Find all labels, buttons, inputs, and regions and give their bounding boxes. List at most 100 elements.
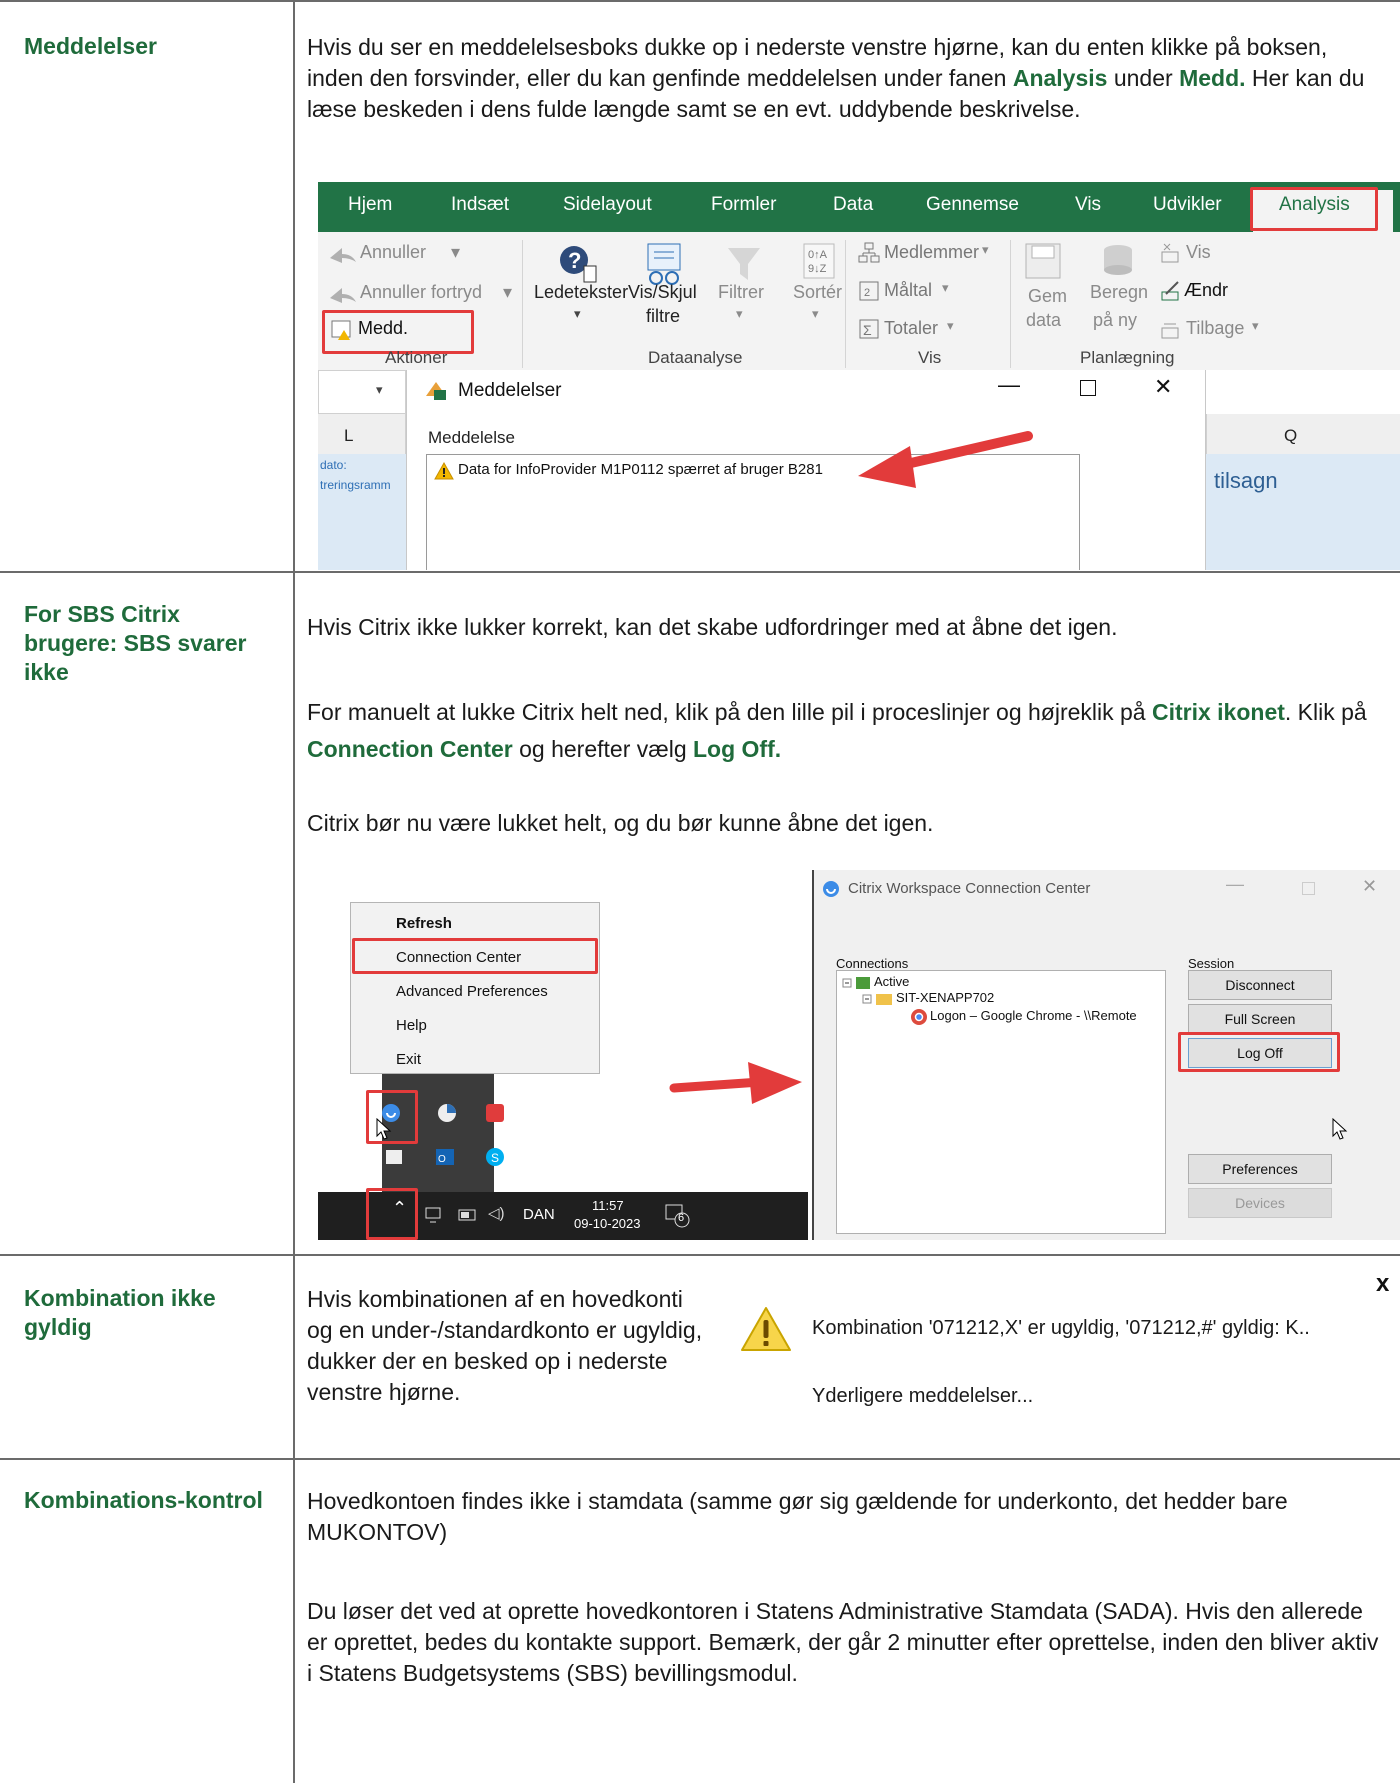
reset-icon [1161,323,1179,339]
edit-icon [1161,281,1179,301]
dialog-column-header: Meddelelse [428,428,515,447]
maltal-button[interactable]: Måltal [884,280,932,301]
formula-bar-fragment [1206,370,1400,414]
table-top-border [0,0,1400,2]
tab-gennemse[interactable]: Gennemse [926,194,1019,216]
svg-text:9↓Z: 9↓Z [808,263,827,275]
highlight-citrix-icon [366,1090,418,1144]
minimize-icon[interactable]: — [1226,874,1244,895]
network-drive-icon [386,1150,402,1164]
tab-data[interactable]: Data [833,194,873,216]
plan-vis-button[interactable]: Vis [1186,242,1211,263]
svg-text:?: ? [568,248,581,273]
cell-text-ramme: treringsramm [320,478,391,492]
network-icon [425,1207,441,1223]
name-box[interactable] [318,370,406,414]
tab-udvikler[interactable]: Udvikler [1153,194,1222,216]
measures-icon: 2 [859,281,879,301]
red-app-icon [486,1104,504,1122]
ledetekster-button[interactable]: Ledetekster [534,282,628,303]
row-label-kombinationskontrol: Kombinations-kontrol [24,1487,263,1513]
warning-icon [741,1307,791,1351]
chevron-down-icon: ▾ [812,306,819,321]
tab-vis[interactable]: Vis [1075,194,1101,216]
chevron-down-icon: ▾ [942,280,949,295]
sorter-button[interactable]: Sortér [793,282,842,303]
app-icon [438,1104,456,1122]
cell-text-tilsagn: tilsagn [1214,468,1278,493]
close-icon[interactable]: ✕ [1154,374,1172,400]
menu-item-exit[interactable]: Exit [396,1051,421,1068]
tab-sidelayout[interactable]: Sidelayout [563,194,652,216]
row-divider [0,1254,1400,1256]
annuller-button[interactable]: Annuller [360,242,426,263]
excel-ribbon-screenshot: Hjem Indsæt Sidelayout Formler Data Genn… [318,182,1400,570]
tab-hjem[interactable]: Hjem [348,194,392,216]
tilbage-button[interactable]: Tilbage [1186,318,1244,339]
citrix-screenshot: O S ⌃ ◁) DAN 11:57 09-10-2023 6 Refresh … [318,870,1400,1240]
battery-icon [458,1209,476,1221]
window-title: Citrix Workspace Connection Center [848,880,1091,897]
aendr-button[interactable]: Ændr [1184,280,1228,301]
highlight-log-off [1178,1032,1340,1072]
group-separator [1010,240,1011,368]
save-data-icon [1025,243,1061,279]
popup-more-link[interactable]: Yderligere meddelelser... [812,1385,1033,1408]
sort-icon: 0↑A9↓Z [803,243,835,279]
totals-icon: Σ [859,319,879,339]
vis-skjul-button[interactable]: Vis/Skjul [628,282,697,303]
volume-icon[interactable]: ◁) [488,1204,505,1222]
totaler-button[interactable]: Totaler [884,318,938,339]
prompt-help-icon: ? [560,246,597,283]
svg-text:2: 2 [864,287,870,299]
popup-message[interactable]: Kombination '071212,X' er ugyldig, '0712… [812,1317,1310,1340]
row-label-kombination: Kombination ikke gyldig [24,1285,216,1340]
svg-text:S: S [491,1151,499,1165]
message-row[interactable]: Data for InfoProvider M1P0112 spærret af… [458,461,823,478]
group-separator [845,240,846,368]
minimize-icon[interactable]: — [998,372,1020,398]
highlight-tray-chevron [366,1188,418,1240]
close-icon[interactable]: ✕ [1362,876,1377,897]
chevron-down-icon: ▾ [982,242,989,257]
full-screen-button[interactable]: Full Screen [1188,1004,1332,1034]
mouse-pointer-icon [376,1118,392,1140]
notification-icon[interactable] [664,1202,690,1228]
toggle-filters-icon [647,243,681,285]
maximize-icon[interactable] [1080,380,1096,396]
medlemmer-button[interactable]: Medlemmer [884,242,979,263]
clock-time[interactable]: 11:57 [592,1198,624,1213]
maximize-icon[interactable] [1302,882,1315,895]
menu-item-refresh[interactable]: Refresh [396,915,452,932]
language-indicator[interactable]: DAN [523,1206,555,1223]
chevron-down-icon: ▾ [947,318,954,333]
redo-icon [330,288,356,303]
menu-item-advanced-preferences[interactable]: Advanced Preferences [396,983,548,1000]
annuller-fortryd-button[interactable]: Annuller fortryd [360,282,482,303]
tab-formler[interactable]: Formler [711,194,776,216]
gem-button[interactable]: Gem [1028,286,1067,307]
notification-count: 6 [678,1212,685,1224]
menu-item-help[interactable]: Help [396,1017,427,1034]
chevron-down-icon: ▾ [1252,318,1259,333]
gem-data-label: data [1026,310,1062,330]
tree-item-session[interactable]: Logon – Google Chrome - \\Remote [930,1008,1137,1023]
tree-item-active[interactable]: Active [874,974,909,989]
tree-item-server[interactable]: SIT-XENAPP702 [896,990,994,1005]
connections-label: Connections [836,956,909,971]
filtrer-button[interactable]: Filtrer [718,282,764,303]
beregn-button[interactable]: Beregn [1090,282,1148,303]
beregn-pany-label: på ny [1093,310,1138,330]
mouse-pointer-icon [1332,1118,1348,1140]
view-icon [1161,243,1179,263]
members-icon [858,242,880,263]
tab-indsaet[interactable]: Indsæt [451,194,509,216]
highlight-analysis [1250,187,1378,231]
row-divider [0,1458,1400,1460]
popup-close-icon[interactable]: x [1376,1270,1389,1298]
group-planlaegning: Planlægning [1080,348,1175,367]
disconnect-button[interactable]: Disconnect [1188,970,1332,1000]
preferences-button[interactable]: Preferences [1188,1154,1332,1184]
clock-date[interactable]: 09-10-2023 [574,1216,641,1231]
filtre-label: filtre [646,306,681,326]
